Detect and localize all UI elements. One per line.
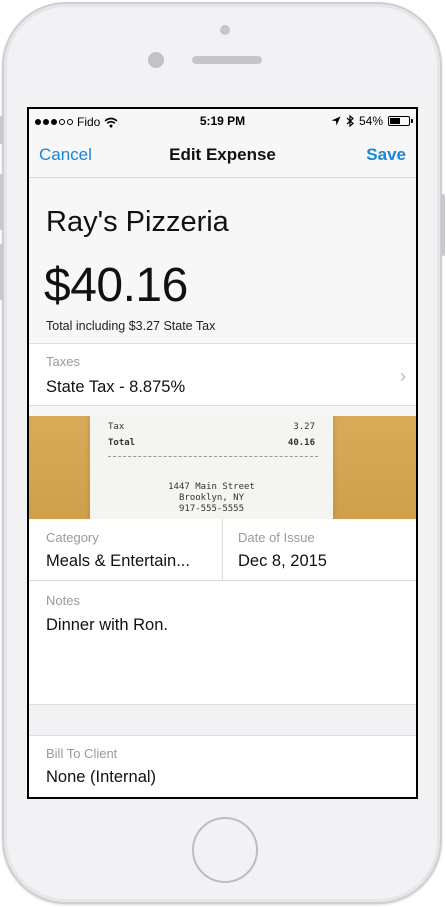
bill-to-client-row[interactable]: Bill To Client None (Internal) bbox=[29, 736, 416, 797]
proximity-sensor bbox=[220, 25, 230, 35]
taxes-row[interactable]: Taxes State Tax - 8.875% › bbox=[29, 344, 416, 406]
save-button[interactable]: Save bbox=[366, 145, 406, 165]
category-label: Category bbox=[46, 530, 99, 545]
category-value: Meals & Entertain... bbox=[46, 552, 190, 570]
merchant-name[interactable]: Ray's Pizzeria bbox=[46, 206, 229, 239]
total-note: Total including $3.27 State Tax bbox=[46, 319, 216, 333]
receipt-address-line1: 1447 Main Street bbox=[168, 482, 255, 492]
taxes-label: Taxes bbox=[46, 354, 80, 369]
taxes-value: State Tax - 8.875% bbox=[46, 378, 186, 396]
bill-to-client-value: None (Internal) bbox=[46, 768, 157, 786]
receipt-photo[interactable]: Tax 3.27 Total 40.16 1447 Main Street Br… bbox=[29, 416, 416, 519]
date-field[interactable]: Date of Issue Dec 8, 2015 bbox=[223, 519, 416, 580]
earpiece-speaker bbox=[192, 56, 262, 64]
date-label: Date of Issue bbox=[238, 530, 315, 545]
chevron-right-icon: › bbox=[400, 366, 406, 386]
receipt-total-value: 40.16 bbox=[287, 438, 315, 448]
category-date-row: Category Meals & Entertain... Date of Is… bbox=[29, 519, 416, 581]
screen: Fido 5:19 PM 54% Cancel Edit Expense Sav… bbox=[27, 107, 418, 799]
receipt-phone: 917-555-5555 bbox=[178, 504, 245, 514]
volume-up-button bbox=[0, 174, 3, 230]
receipt-divider bbox=[108, 456, 318, 457]
receipt-tax-value: 3.27 bbox=[293, 422, 315, 432]
front-camera bbox=[148, 52, 164, 68]
bill-to-client-label: Bill To Client bbox=[46, 746, 118, 761]
location-arrow-icon bbox=[331, 116, 341, 126]
bluetooth-icon bbox=[346, 115, 354, 127]
app-screen: Fido 5:19 PM 54% Cancel Edit Expense Sav… bbox=[29, 109, 416, 797]
status-right: 54% bbox=[331, 114, 413, 128]
expense-header: Ray's Pizzeria $40.16 Total including $3… bbox=[29, 178, 416, 344]
section-spacer bbox=[29, 705, 416, 736]
page-title: Edit Expense bbox=[169, 145, 276, 164]
receipt-paper: Tax 3.27 Total 40.16 1447 Main Street Br… bbox=[90, 416, 333, 519]
notes-value[interactable]: Dinner with Ron. bbox=[46, 616, 168, 635]
navigation-bar: Cancel Edit Expense Save bbox=[29, 133, 416, 178]
notes-label: Notes bbox=[46, 593, 80, 608]
battery-percent: 54% bbox=[358, 114, 383, 128]
battery-icon bbox=[388, 116, 413, 126]
notes-field[interactable]: Notes Dinner with Ron. bbox=[29, 581, 416, 705]
expense-amount[interactable]: $40.16 bbox=[44, 258, 188, 313]
receipt-tax-label: Tax bbox=[108, 422, 125, 432]
date-value: Dec 8, 2015 bbox=[238, 552, 327, 570]
mute-switch bbox=[0, 116, 3, 144]
power-button bbox=[441, 194, 445, 256]
receipt-address-line2: Brooklyn, NY bbox=[178, 493, 245, 503]
status-bar: Fido 5:19 PM 54% bbox=[29, 109, 416, 133]
receipt-total-label: Total bbox=[108, 438, 136, 448]
category-field[interactable]: Category Meals & Entertain... bbox=[29, 519, 222, 580]
home-button[interactable] bbox=[192, 817, 258, 883]
volume-down-button bbox=[0, 244, 3, 300]
